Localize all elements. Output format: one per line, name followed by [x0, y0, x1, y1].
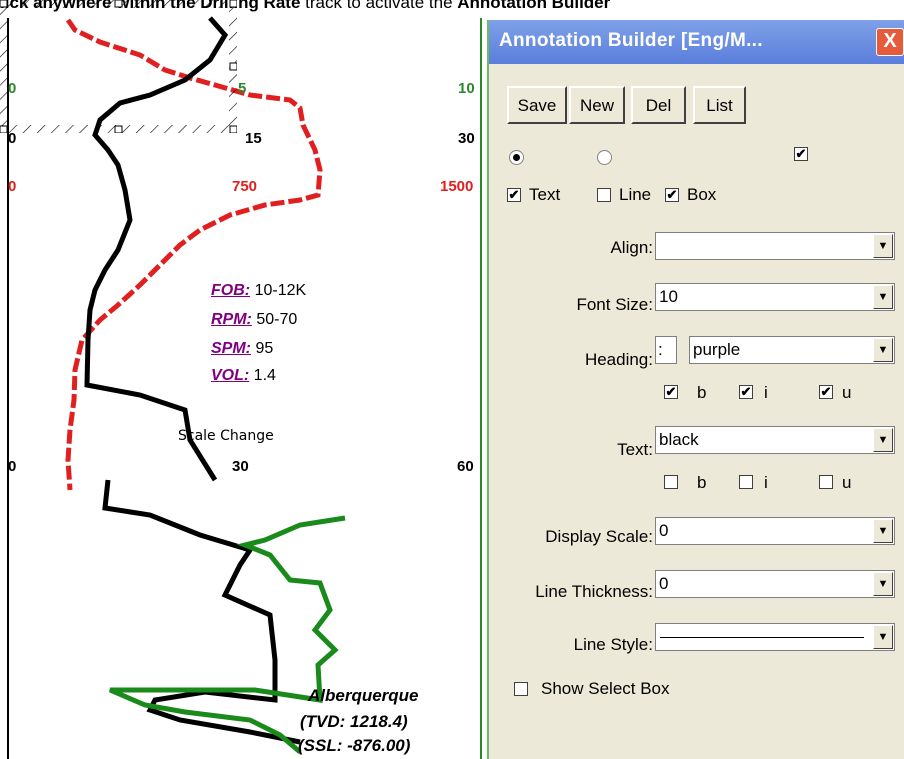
- text-underline-label: u: [842, 473, 852, 492]
- chevron-down-icon[interactable]: ▼: [873, 338, 893, 362]
- heading-small-input[interactable]: :: [655, 336, 677, 364]
- chevron-down-icon[interactable]: ▼: [873, 572, 893, 596]
- line-style-select[interactable]: ▼: [655, 623, 895, 651]
- heading-color-value: purple: [693, 340, 741, 359]
- list-button[interactable]: List: [693, 86, 746, 124]
- text-italic-checkbox[interactable]: [739, 475, 753, 489]
- scale-1-right: 10: [458, 80, 475, 97]
- show-select-box-checkbox[interactable]: [514, 682, 528, 696]
- annotation-line-fob: FOB: 10-12K: [211, 282, 306, 300]
- heading-color-select[interactable]: purple ▼: [689, 336, 895, 364]
- text-underline-checkbox[interactable]: [819, 475, 833, 489]
- heading-bold-label: b: [697, 383, 707, 402]
- text-bold-label: b: [697, 473, 707, 492]
- text-label: Text:: [617, 440, 653, 459]
- text-checkbox[interactable]: ✔: [507, 188, 521, 202]
- chevron-down-icon[interactable]: ▼: [873, 234, 893, 258]
- line-checkbox[interactable]: [597, 188, 611, 202]
- annotation-value: 10-12K: [254, 282, 307, 299]
- annotation-heading: SPM:: [211, 340, 251, 357]
- scale-3-right: 1500: [440, 178, 474, 195]
- heading-italic-checkbox[interactable]: ✔: [739, 385, 753, 399]
- display-scale-label: Display Scale:: [545, 527, 653, 546]
- box-checkbox[interactable]: ✔: [665, 188, 679, 202]
- well-name: Alberquerque: [308, 686, 419, 705]
- text-color-select[interactable]: black ▼: [655, 426, 895, 454]
- display-scale-select[interactable]: 0 ▼: [655, 517, 895, 545]
- annotation-select-box[interactable]: [0, 0, 237, 133]
- align-select[interactable]: ▼: [655, 232, 895, 260]
- dialog-title: Annotation Builder [Eng/M...: [499, 30, 763, 51]
- annotation-heading: RPM:: [211, 311, 252, 328]
- line-checkbox-label: Line: [619, 185, 652, 204]
- line-style-label: Line Style:: [573, 635, 653, 654]
- line-thickness-value: 0: [659, 574, 669, 593]
- well-ssl: (SSL: -876.00): [298, 736, 411, 755]
- annotation-line-rpm: RPM: 50-70: [211, 311, 297, 329]
- scale-4-left: 0: [8, 458, 17, 475]
- scale-3-mid: 750: [232, 178, 258, 195]
- resize-handle: [229, 0, 237, 8]
- font-size-label: Font Size:: [576, 295, 653, 314]
- font-size-select[interactable]: 10 ▼: [655, 283, 895, 311]
- scale-change-label: Scale Change: [178, 428, 274, 444]
- annotation-line-vol: VOL: 1.4: [211, 367, 276, 385]
- scale-4-mid: 30: [232, 458, 249, 475]
- heading-bold-checkbox[interactable]: ✔: [664, 385, 678, 399]
- save-button[interactable]: Save: [507, 86, 567, 124]
- line-thickness-label: Line Thickness:: [535, 582, 653, 601]
- heading-underline-label: u: [842, 383, 852, 402]
- text-bold-checkbox[interactable]: [664, 475, 678, 489]
- resize-handle: [229, 125, 237, 133]
- resize-handle: [0, 0, 8, 8]
- scale-4-right: 60: [457, 458, 474, 475]
- annotation-builder-dialog: Annotation Builder [Eng/M... X Save New …: [487, 20, 904, 759]
- scale-2-right: 30: [458, 130, 475, 147]
- font-size-value: 10: [659, 287, 678, 306]
- mode-radio-2[interactable]: [597, 150, 612, 165]
- close-icon[interactable]: X: [876, 28, 904, 56]
- heading-italic-label: i: [764, 383, 768, 402]
- annotation-value: 50-70: [256, 311, 298, 328]
- heading-underline-checkbox[interactable]: ✔: [819, 385, 833, 399]
- resize-handle: [0, 125, 8, 133]
- chevron-down-icon[interactable]: ▼: [873, 625, 893, 649]
- resize-handle: [114, 0, 123, 8]
- mode-radio-1[interactable]: [509, 150, 524, 165]
- del-button[interactable]: Del: [631, 86, 686, 124]
- align-label: Align:: [610, 238, 653, 257]
- chevron-down-icon[interactable]: ▼: [873, 285, 893, 309]
- new-button[interactable]: New: [569, 86, 625, 124]
- annotation-line-spm: SPM: 95: [211, 340, 273, 358]
- scale-3-left: 0: [8, 178, 17, 195]
- drilling-rate-track[interactable]: 0 5 10 0 15 30 0 750 1500 0 30 60 FOB: 1…: [0, 0, 484, 759]
- solid-line-preview: [660, 637, 864, 638]
- annotation-value: 95: [255, 340, 274, 357]
- annotation-value: 1.4: [253, 367, 276, 384]
- chevron-down-icon[interactable]: ▼: [873, 519, 893, 543]
- annotation-heading: FOB:: [211, 282, 251, 299]
- text-checkbox-label: Text: [529, 185, 561, 204]
- heading-label: Heading:: [584, 350, 653, 369]
- annotation-heading: VOL:: [211, 367, 250, 384]
- text-italic-label: i: [764, 473, 768, 492]
- box-checkbox-label: Box: [687, 185, 717, 204]
- dialog-titlebar[interactable]: Annotation Builder [Eng/M... X: [489, 20, 904, 64]
- well-tvd: (TVD: 1218.4): [300, 712, 408, 731]
- scale-1-mid: 5: [238, 80, 247, 97]
- option-checkbox[interactable]: ✔: [794, 147, 808, 161]
- text-color-value: black: [659, 430, 699, 449]
- resize-handle: [229, 62, 237, 71]
- display-scale-value: 0: [659, 521, 669, 540]
- show-select-box-label: Show Select Box: [541, 679, 670, 698]
- line-thickness-select[interactable]: 0 ▼: [655, 570, 895, 598]
- scale-2-mid: 15: [245, 130, 262, 147]
- chevron-down-icon[interactable]: ▼: [873, 428, 893, 452]
- resize-handle: [114, 125, 123, 133]
